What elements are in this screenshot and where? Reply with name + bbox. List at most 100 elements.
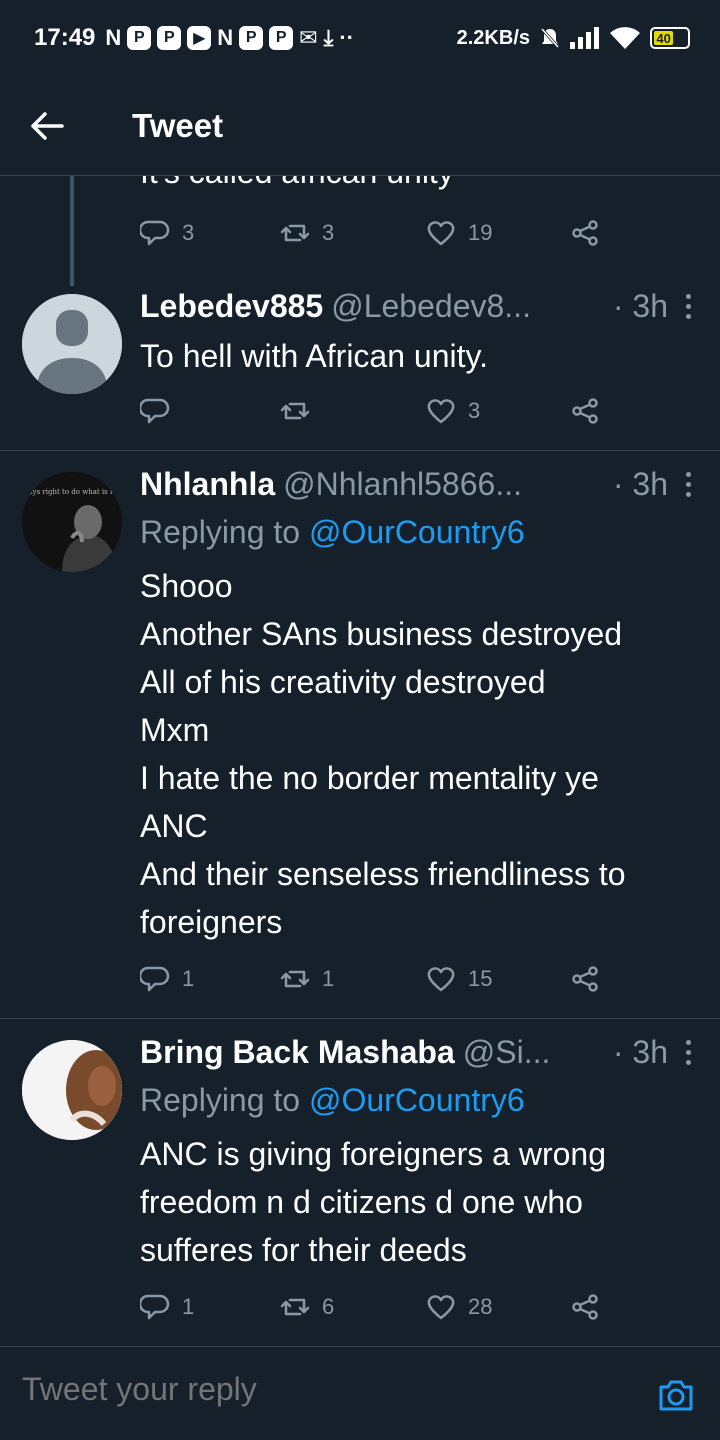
share-button[interactable] xyxy=(570,396,600,426)
reply-button[interactable]: 3 xyxy=(140,218,280,248)
tweet-actions: 3 xyxy=(140,396,620,426)
mention-link[interactable]: @OurCountry6 xyxy=(309,514,525,550)
retweet-icon xyxy=(280,402,310,420)
retweet-button[interactable] xyxy=(280,396,426,426)
tweet-line: And their senseless friendliness to xyxy=(140,856,626,892)
tweet-text: Shooo Another SAns business destroyed Al… xyxy=(140,562,700,946)
replying-to-label: Replying to xyxy=(140,1082,309,1118)
notification-n-icon: N xyxy=(105,25,122,50)
notification-n-icon: N xyxy=(217,25,234,50)
tweet-line: ANC is giving foreigners a wrong xyxy=(140,1136,606,1172)
replying-to-label: Replying to xyxy=(140,514,309,550)
heart-icon xyxy=(427,221,455,246)
notification-p-icon: P xyxy=(239,26,264,50)
share-icon xyxy=(572,1294,598,1320)
wifi-icon xyxy=(610,27,640,49)
more-options-button[interactable] xyxy=(676,1040,700,1065)
tweet-header: Bring Back Mashaba @Si... · 3h xyxy=(140,1034,700,1071)
tweet-line: ANC xyxy=(140,808,208,844)
notification-youtube-icon: ▶ xyxy=(187,26,212,50)
reply-button[interactable] xyxy=(140,396,280,426)
more-options-button[interactable] xyxy=(676,472,700,497)
display-name[interactable]: Bring Back Mashaba xyxy=(140,1034,455,1071)
status-bar: 17:49 N P P ▶ N P P ✉ ⤓ ·· 2.2KB/s 40 xyxy=(0,0,720,76)
notification-p-icon: P xyxy=(157,26,182,50)
reply-input[interactable] xyxy=(22,1371,622,1408)
like-button[interactable]: 3 xyxy=(426,396,570,426)
notification-p-icon: P xyxy=(127,26,152,50)
mention-link[interactable]: @OurCountry6 xyxy=(309,1082,525,1118)
notification-icons: N P P ▶ N P P ✉ ⤓ ·· xyxy=(105,25,354,50)
camera-button[interactable] xyxy=(656,1375,696,1415)
retweet-button[interactable]: 6 xyxy=(280,1292,426,1322)
like-button[interactable]: 15 xyxy=(426,964,570,994)
retweet-button[interactable]: 3 xyxy=(280,218,426,248)
profile-photo: The time is always right to do what is r… xyxy=(22,472,122,572)
heart-icon xyxy=(427,399,455,424)
user-handle: @Nhlanhl5866... xyxy=(283,466,522,502)
reply-icon xyxy=(140,220,170,246)
heart-icon xyxy=(427,967,455,992)
tweet-line: Shooo xyxy=(140,568,233,604)
heart-icon xyxy=(427,1295,455,1320)
notification-p-icon: P xyxy=(269,26,294,50)
like-count: 19 xyxy=(468,220,493,245)
camera-icon xyxy=(659,1380,693,1411)
back-arrow-icon xyxy=(31,111,64,140)
partial-tweet-actions: 3 3 19 xyxy=(140,218,620,248)
like-count: 3 xyxy=(468,398,481,423)
tweet-line: To hell with African unity. xyxy=(140,338,489,374)
tweet-line: Another SAns business destroyed xyxy=(140,616,623,652)
tweet-header: Lebedev885 @Lebedev8... · 3h xyxy=(140,288,700,325)
avatar[interactable] xyxy=(22,294,122,394)
retweet-icon xyxy=(280,970,310,988)
user-handle: @Lebedev8... xyxy=(331,288,531,324)
avatar-quote-text: The time is always right to do what is r… xyxy=(22,488,122,496)
avatar[interactable] xyxy=(22,1040,122,1140)
tweet-text: To hell with African unity. xyxy=(140,332,700,380)
profile-photo xyxy=(22,1040,122,1140)
top-app-bar: Tweet xyxy=(0,76,720,176)
display-name[interactable]: Lebedev885 xyxy=(140,288,323,325)
thread-line xyxy=(70,176,74,286)
share-button[interactable] xyxy=(570,1292,600,1322)
back-button[interactable] xyxy=(30,111,90,141)
share-button[interactable] xyxy=(570,964,600,994)
reply-count: 3 xyxy=(182,220,195,245)
default-avatar-icon xyxy=(22,294,122,394)
like-button[interactable]: 19 xyxy=(426,218,570,248)
user-handle: @Si... xyxy=(462,1034,551,1070)
more-options-button[interactable] xyxy=(676,294,700,319)
reply-count: 1 xyxy=(182,966,195,991)
tweet-line: sufferes for their deeds xyxy=(140,1232,467,1268)
signal-icon xyxy=(570,27,599,49)
battery-icon: 40 xyxy=(650,27,690,49)
tweet-line: Mxm xyxy=(140,712,210,748)
tweet-line: All of his creativity destroyed xyxy=(140,664,546,700)
partial-tweet-text: It's called african unity xyxy=(140,176,454,191)
conversation-feed[interactable]: It's called african unity 3 3 19 Lebede xyxy=(0,176,720,1346)
reply-button[interactable]: 1 xyxy=(140,964,280,994)
share-button[interactable] xyxy=(570,218,600,248)
status-time: 17:49 xyxy=(34,24,96,51)
retweet-icon xyxy=(280,1298,310,1316)
replying-to: Replying to @OurCountry6 xyxy=(140,1082,525,1119)
tweet-header: Nhlanhla @Nhlanhl5866... · 3h xyxy=(140,466,700,503)
reply-icon xyxy=(140,1294,170,1320)
outlook-icon: ✉ xyxy=(299,25,318,50)
download-icon: ⤓ xyxy=(323,25,334,50)
divider xyxy=(0,1018,720,1019)
share-icon xyxy=(572,966,598,992)
display-name[interactable]: Nhlanhla xyxy=(140,466,275,503)
like-count: 15 xyxy=(468,966,493,991)
reply-button[interactable]: 1 xyxy=(140,1292,280,1322)
like-count: 28 xyxy=(468,1294,493,1319)
retweet-button[interactable]: 1 xyxy=(280,964,426,994)
like-button[interactable]: 28 xyxy=(426,1292,570,1322)
reply-count: 1 xyxy=(182,1294,195,1319)
avatar[interactable]: The time is always right to do what is r… xyxy=(22,472,122,572)
divider xyxy=(0,450,720,451)
reply-composer xyxy=(0,1346,720,1440)
tweet-line: foreigners xyxy=(140,904,283,940)
share-icon xyxy=(572,220,598,246)
